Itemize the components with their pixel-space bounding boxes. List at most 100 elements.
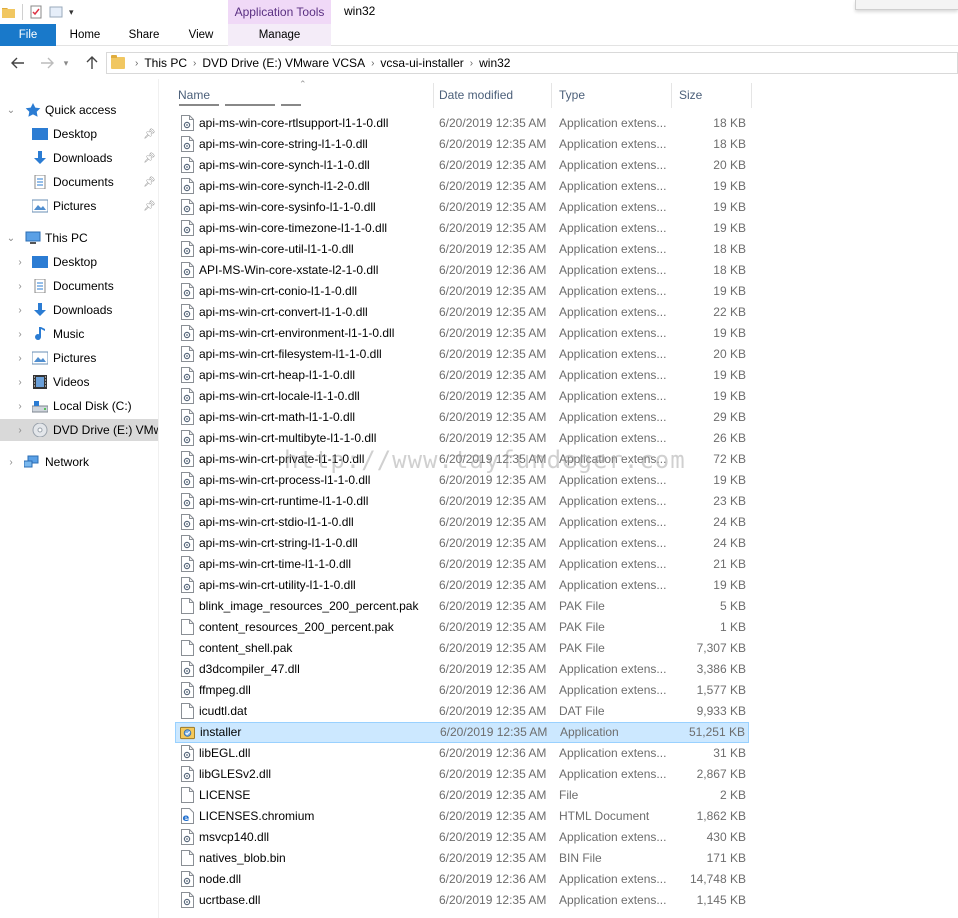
- column-divider[interactable]: [551, 83, 552, 108]
- file-row[interactable]: api-ms-win-crt-multibyte-l1-1-0.dll 6/20/…: [175, 428, 749, 449]
- chevron-right-icon[interactable]: ›: [15, 377, 25, 388]
- file-row[interactable]: msvcp140.dll 6/20/2019 12:35 AM Applicatio…: [175, 827, 749, 848]
- file-row[interactable]: api-ms-win-crt-locale-l1-1-0.dll 6/20/201…: [175, 386, 749, 407]
- chevron-right-icon[interactable]: ›: [371, 58, 374, 69]
- nav-pc-downloads[interactable]: › Downloads: [0, 299, 158, 321]
- file-row[interactable]: api-ms-win-crt-heap-l1-1-0.dll 6/20/2019 …: [175, 365, 749, 386]
- file-row[interactable]: api-ms-win-core-synch-l1-2-0.dll 6/20/201…: [175, 176, 749, 197]
- back-arrow-icon[interactable]: [9, 55, 27, 71]
- file-row[interactable]: api-ms-win-core-timezone-l1-1-0.dll 6/20/…: [175, 218, 749, 239]
- file-row[interactable]: libGLESv2.dll 6/20/2019 12:35 AM Applicati…: [175, 764, 749, 785]
- recent-locations-chevron-icon[interactable]: ▾: [60, 55, 72, 71]
- nav-quick-downloads[interactable]: Downloads 📌︎: [0, 147, 158, 169]
- file-row[interactable]: api-ms-win-crt-convert-l1-1-0.dll 6/20/20…: [175, 302, 749, 323]
- tab-manage[interactable]: Manage: [228, 24, 331, 46]
- column-header-date[interactable]: Date modified: [439, 88, 513, 102]
- nav-pc-videos[interactable]: › Videos: [0, 371, 158, 393]
- file-row[interactable]: api-ms-win-crt-string-l1-1-0.dll 6/20/201…: [175, 533, 749, 554]
- column-header-size[interactable]: Size: [679, 88, 702, 102]
- file-row[interactable]: e LICENSES.chromium 6/20/2019 12:35 AM HTML…: [175, 806, 749, 827]
- pin-icon[interactable]: 📌︎: [143, 177, 156, 188]
- breadcrumb-this-pc[interactable]: This PC: [144, 56, 187, 70]
- file-row[interactable]: d3dcompiler_47.dll 6/20/2019 12:35 AM Appl…: [175, 659, 749, 680]
- file-row[interactable]: api-ms-win-crt-stdio-l1-1-0.dll 6/20/2019…: [175, 512, 749, 533]
- chevron-down-icon[interactable]: ⌄: [6, 233, 16, 244]
- properties-icon[interactable]: [29, 5, 43, 19]
- forward-arrow-icon[interactable]: [38, 55, 56, 71]
- file-row[interactable]: api-ms-win-crt-math-l1-1-0.dll 6/20/2019 …: [175, 407, 749, 428]
- new-folder-icon[interactable]: [49, 5, 63, 19]
- pin-icon[interactable]: 📌︎: [143, 153, 156, 164]
- chevron-right-icon[interactable]: ›: [470, 58, 473, 69]
- breadcrumb-dvd-drive[interactable]: DVD Drive (E:) VMware VCSA: [202, 56, 365, 70]
- breadcrumb-vcsa-ui-installer[interactable]: vcsa-ui-installer: [380, 56, 463, 70]
- file-row[interactable]: icudtl.dat 6/20/2019 12:35 AM DAT File 9,93…: [175, 701, 749, 722]
- breadcrumb-win32[interactable]: win32: [479, 56, 510, 70]
- chevron-right-icon[interactable]: ›: [15, 257, 25, 268]
- address-bar[interactable]: › This PC › DVD Drive (E:) VMware VCSA ›…: [106, 52, 958, 74]
- file-row[interactable]: api-ms-win-core-synch-l1-1-0.dll 6/20/201…: [175, 155, 749, 176]
- file-row[interactable]: api-ms-win-crt-private-l1-1-0.dll 6/20/20…: [175, 449, 749, 470]
- nav-pc-documents[interactable]: › Documents: [0, 275, 158, 297]
- file-row[interactable]: LICENSE 6/20/2019 12:35 AM File 2 KB: [175, 785, 749, 806]
- file-row[interactable]: api-ms-win-crt-runtime-l1-1-0.dll 6/20/20…: [175, 491, 749, 512]
- nav-this-pc[interactable]: ⌄ This PC: [0, 227, 158, 249]
- column-header-type[interactable]: Type: [559, 88, 585, 102]
- file-row[interactable]: api-ms-win-crt-time-l1-1-0.dll 6/20/2019 …: [175, 554, 749, 575]
- customize-toolbar-icon[interactable]: ▾: [69, 7, 74, 18]
- nav-pc-pictures[interactable]: › Pictures: [0, 347, 158, 369]
- file-row[interactable]: ffmpeg.dll 6/20/2019 12:36 AM Application …: [175, 680, 749, 701]
- file-row[interactable]: api-ms-win-crt-environment-l1-1-0.dll 6/2…: [175, 323, 749, 344]
- file-date-modified: 6/20/2019 12:35 AM: [439, 221, 547, 235]
- chevron-right-icon[interactable]: ›: [15, 281, 25, 292]
- file-row[interactable]: API-MS-Win-core-xstate-l2-1-0.dll 6/20/20…: [175, 260, 749, 281]
- pin-icon[interactable]: 📌︎: [143, 201, 156, 212]
- nav-quick-documents[interactable]: Documents 📌︎: [0, 171, 158, 193]
- file-row[interactable]: api-ms-win-core-rtlsupport-l1-1-0.dll 6/2…: [175, 113, 749, 134]
- chevron-right-icon[interactable]: ›: [15, 305, 25, 316]
- file-row[interactable]: api-ms-win-crt-filesystem-l1-1-0.dll 6/20…: [175, 344, 749, 365]
- tab-home[interactable]: Home: [56, 24, 114, 46]
- file-row[interactable]: api-ms-win-crt-process-l1-1-0.dll 6/20/20…: [175, 470, 749, 491]
- file-row[interactable]: installer 6/20/2019 12:35 AM Application 51…: [175, 722, 749, 743]
- file-row[interactable]: api-ms-win-crt-conio-l1-1-0.dll 6/20/2019…: [175, 281, 749, 302]
- tab-view[interactable]: View: [174, 24, 228, 46]
- file-row[interactable]: blink_image_resources_200_percent.pak 6/2…: [175, 596, 749, 617]
- file-row[interactable]: api-ms-win-core-sysinfo-l1-1-0.dll 6/20/2…: [175, 197, 749, 218]
- column-divider[interactable]: [751, 83, 752, 108]
- nav-network[interactable]: › Network: [0, 451, 158, 473]
- file-row[interactable]: node.dll 6/20/2019 12:36 AM Application ex…: [175, 869, 749, 890]
- file-row[interactable]: libEGL.dll 6/20/2019 12:36 AM Application …: [175, 743, 749, 764]
- up-arrow-icon[interactable]: [83, 55, 101, 71]
- file-date-modified: 6/20/2019 12:35 AM: [439, 473, 547, 487]
- pin-icon[interactable]: 📌︎: [143, 129, 156, 140]
- file-row[interactable]: content_shell.pak 6/20/2019 12:35 AM PAK F…: [175, 638, 749, 659]
- chevron-right-icon[interactable]: ›: [15, 425, 25, 436]
- file-row[interactable]: api-ms-win-core-string-l1-1-0.dll 6/20/20…: [175, 134, 749, 155]
- file-row[interactable]: content_resources_200_percent.pak 6/20/20…: [175, 617, 749, 638]
- nav-pc-music[interactable]: › Music: [0, 323, 158, 345]
- nav-quick-access[interactable]: ⌄ Quick access: [0, 99, 158, 121]
- chevron-right-icon[interactable]: ›: [15, 401, 25, 412]
- file-row[interactable]: natives_blob.bin 6/20/2019 12:35 AM BIN Fi…: [175, 848, 749, 869]
- chevron-right-icon[interactable]: ›: [15, 329, 25, 340]
- column-divider[interactable]: [671, 83, 672, 108]
- column-header-name[interactable]: Name: [178, 88, 210, 102]
- chevron-right-icon[interactable]: ›: [6, 457, 16, 468]
- chevron-right-icon[interactable]: ›: [193, 58, 196, 69]
- chevron-right-icon[interactable]: ›: [15, 353, 25, 364]
- chevron-right-icon[interactable]: ›: [135, 58, 138, 69]
- nav-pc-local-disk[interactable]: › Local Disk (C:): [0, 395, 158, 417]
- chevron-down-icon[interactable]: ⌄: [6, 105, 16, 116]
- folder-icon[interactable]: [2, 5, 16, 19]
- column-divider[interactable]: [433, 83, 434, 108]
- tab-share[interactable]: Share: [114, 24, 174, 46]
- nav-pc-dvd-drive[interactable]: › DVD Drive (E:) VMware VCSA: [0, 419, 158, 441]
- nav-pc-desktop[interactable]: › Desktop: [0, 251, 158, 273]
- nav-quick-pictures[interactable]: Pictures 📌︎: [0, 195, 158, 217]
- file-row[interactable]: ucrtbase.dll 6/20/2019 12:35 AM Applicatio…: [175, 890, 749, 911]
- nav-quick-desktop[interactable]: Desktop 📌︎: [0, 123, 158, 145]
- file-row[interactable]: api-ms-win-crt-utility-l1-1-0.dll 6/20/20…: [175, 575, 749, 596]
- tab-file[interactable]: File: [0, 24, 56, 46]
- file-row[interactable]: api-ms-win-core-util-l1-1-0.dll 6/20/2019…: [175, 239, 749, 260]
